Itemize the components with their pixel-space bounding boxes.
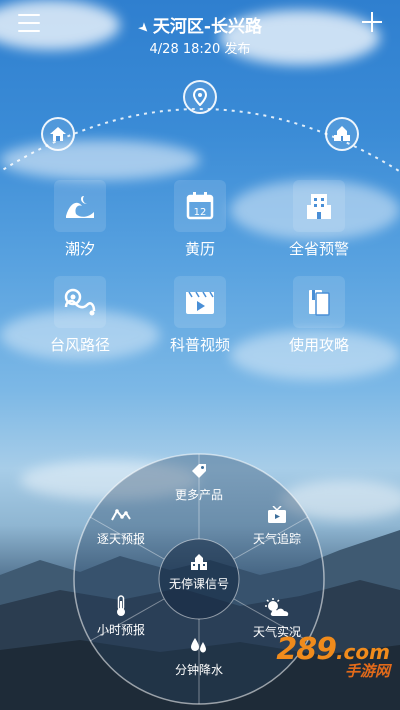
grid-item-tide[interactable]: 潮汐	[25, 180, 135, 259]
typhoon-path-icon	[54, 276, 106, 328]
wheel-label: 更多产品	[174, 488, 223, 502]
grid-label: 台风路径	[49, 336, 110, 354]
class-suspension-signal-button[interactable]: 无停课信号	[159, 539, 239, 619]
grid-item-user-guide[interactable]: 使用攻略	[264, 276, 374, 355]
grid-label: 黄历	[184, 240, 215, 258]
function-wheel: 更多产品 天气追踪 天气实况 分钟降水 小时预报 逐天预报 无停课信号	[72, 452, 326, 706]
calendar-icon: 12	[174, 180, 226, 232]
book-icon	[293, 276, 345, 328]
watermark-logo: 289.com 手游网	[276, 632, 390, 680]
grid-label: 全省预警	[288, 240, 349, 258]
tag-icon	[154, 460, 244, 482]
center-label: 无停课信号	[168, 577, 229, 591]
wheel-item-more-products[interactable]: 更多产品	[154, 460, 244, 503]
wheel-label: 小时预报	[96, 623, 145, 637]
wheel-item-daily-forecast[interactable]: 逐天预报	[76, 504, 166, 547]
thermometer-icon	[76, 595, 166, 617]
watermark-sub: 手游网	[344, 662, 390, 680]
grid-item-almanac[interactable]: 12 黄历	[145, 180, 255, 259]
wheel-label: 分钟降水	[174, 663, 223, 677]
building-icon	[293, 180, 345, 232]
wheel-item-weather-tracking[interactable]: 天气追踪	[232, 504, 322, 547]
grid-item-typhoon-path[interactable]: 台风路径	[25, 276, 135, 355]
sun-cloud-icon	[232, 597, 322, 619]
wave-moon-icon	[54, 180, 106, 232]
grid-label: 潮汐	[64, 240, 95, 258]
grid-label: 科普视频	[169, 336, 230, 354]
grid-item-province-alert[interactable]: 全省预警	[264, 180, 374, 259]
grid-label: 使用攻略	[288, 336, 349, 354]
video-icon	[174, 276, 226, 328]
grid-item-science-video[interactable]: 科普视频	[145, 276, 255, 355]
wheel-label: 天气追踪	[252, 532, 301, 546]
building-icon[interactable]	[325, 117, 359, 151]
line-chart-icon	[76, 504, 166, 526]
tv-icon	[232, 504, 322, 526]
school-icon	[159, 551, 239, 573]
wheel-item-minute-precipitation[interactable]: 分钟降水	[154, 635, 244, 678]
svg-text:12: 12	[194, 207, 207, 218]
watermark-main: 289	[276, 632, 337, 667]
raindrops-icon	[154, 635, 244, 657]
wheel-item-hourly-forecast[interactable]: 小时预报	[76, 595, 166, 638]
location-pin-icon[interactable]	[183, 80, 217, 114]
home-icon[interactable]	[41, 117, 75, 151]
wheel-label: 逐天预报	[96, 532, 145, 546]
